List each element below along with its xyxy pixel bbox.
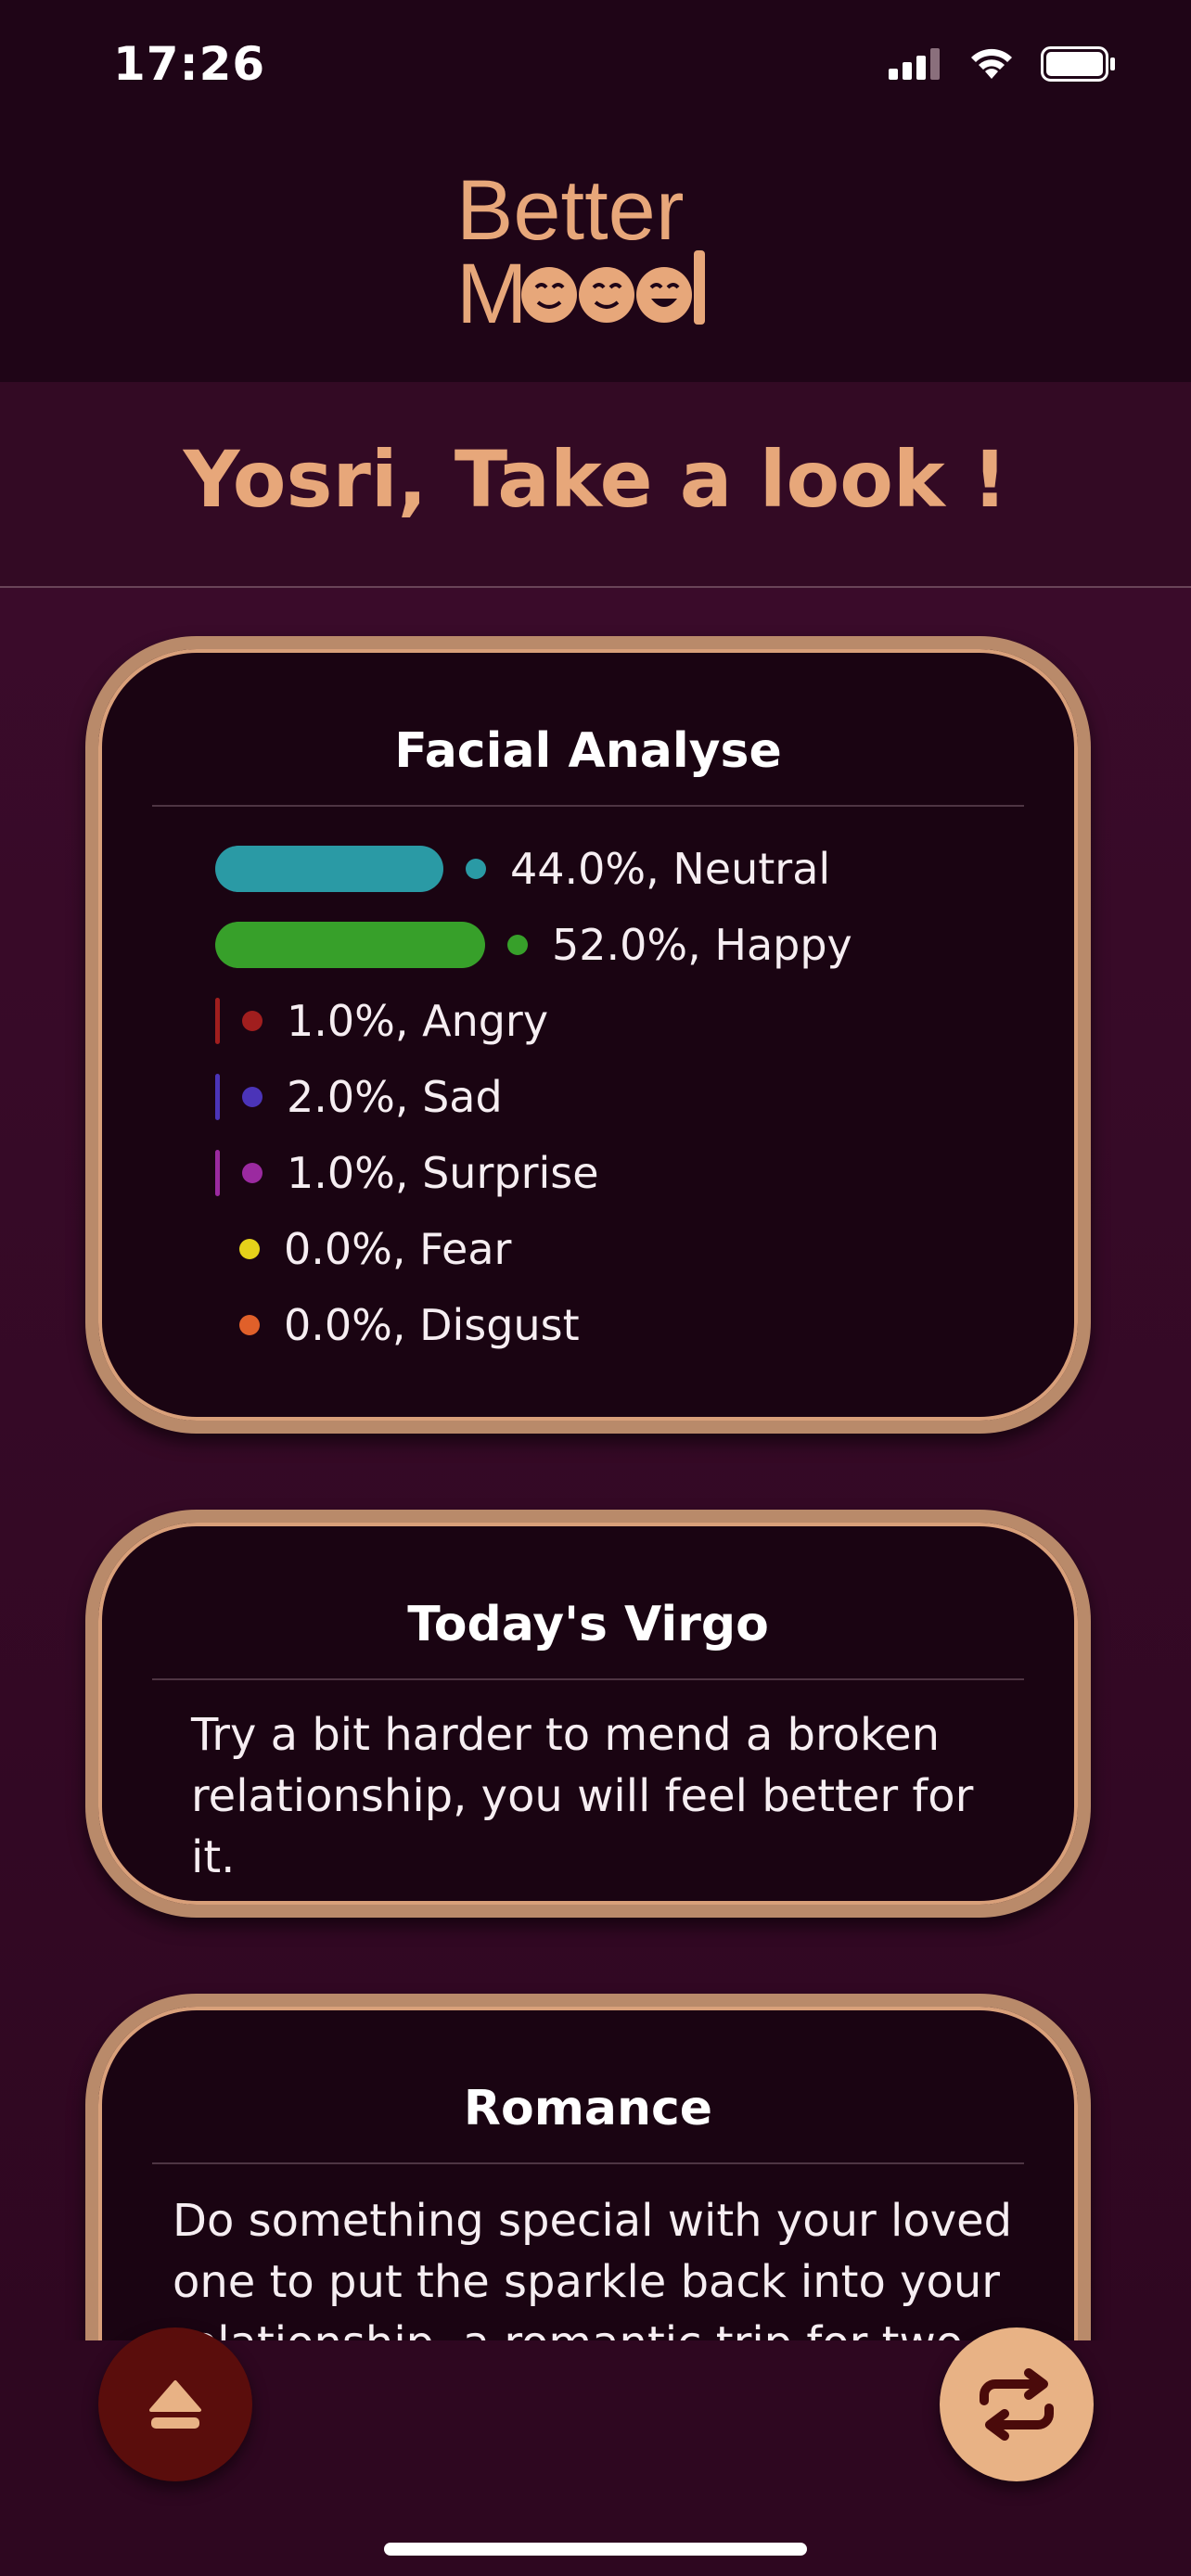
app-header: 17:26 Better M (0, 0, 1191, 382)
wifi-icon (971, 48, 1012, 79)
emotion-list: 44.0%, Neutral 52.0%, Happy 1.0%, Angry … (215, 831, 1078, 1363)
repeat-button[interactable] (940, 2327, 1094, 2481)
emotion-bar (215, 922, 485, 968)
emotion-row-angry: 1.0%, Angry (215, 983, 1078, 1059)
emotion-label: 2.0%, Sad (287, 1072, 503, 1122)
emotion-dot (242, 1163, 263, 1183)
emotion-row-fear: 0.0%, Fear (215, 1211, 1078, 1287)
emotion-bar (215, 998, 220, 1044)
facial-analyse-title: Facial Analyse (394, 723, 782, 779)
horoscope-card: Today's Virgo Try a bit harder to mend a… (85, 1510, 1091, 1918)
emotion-dot (239, 1315, 260, 1335)
emotion-dot (507, 935, 528, 955)
emotion-row-surprise: 1.0%, Surprise (215, 1135, 1078, 1211)
facial-analyse-card: Facial Analyse 44.0%, Neutral 52.0%, Hap… (85, 636, 1091, 1434)
emotion-row-sad: 2.0%, Sad (215, 1059, 1078, 1135)
greeting-title: Yosri, Take a look ! (183, 434, 1008, 525)
emotion-label: 52.0%, Happy (552, 920, 852, 970)
emotion-row-neutral: 44.0%, Neutral (215, 831, 1078, 907)
romance-text: Do something special with your loved one… (173, 2195, 1013, 2340)
emotion-row-disgust: 0.0%, Disgust (215, 1287, 1078, 1363)
emotion-bar (215, 1150, 220, 1196)
card-divider (152, 1678, 1024, 1680)
eject-button[interactable] (98, 2327, 252, 2481)
romance-card: Romance Do something special with your l… (85, 1994, 1091, 2340)
emotion-dot (239, 1239, 260, 1259)
logo-face-icons (521, 267, 692, 323)
logo-better-text: Better (456, 163, 684, 258)
emotion-label: 1.0%, Surprise (287, 1148, 599, 1198)
romance-title: Romance (463, 2081, 713, 2136)
eject-icon (149, 2380, 201, 2429)
emotion-dot (242, 1011, 263, 1031)
card-divider (152, 2162, 1024, 2164)
card-divider (152, 805, 1024, 807)
horoscope-title: Today's Virgo (407, 1597, 769, 1652)
scroll-content[interactable]: Facial Analyse 44.0%, Neutral 52.0%, Hap… (0, 588, 1191, 2340)
emotion-label: 44.0%, Neutral (510, 844, 831, 894)
logo-mood-m: M (456, 247, 528, 334)
emotion-row-happy: 52.0%, Happy (215, 907, 1078, 983)
emotion-bar (215, 1074, 220, 1120)
emotion-bar (215, 846, 443, 892)
emotion-label: 1.0%, Angry (287, 996, 549, 1046)
emotion-dot (466, 859, 486, 879)
emotion-label: 0.0%, Fear (284, 1224, 512, 1274)
battery-icon (1041, 46, 1115, 82)
repeat-icon (980, 2368, 1054, 2441)
emotion-dot (242, 1087, 263, 1107)
home-indicator[interactable] (384, 2543, 807, 2556)
horoscope-text: Try a bit harder to mend a broken relati… (191, 1709, 974, 1883)
better-mood-logo: Better M d (456, 163, 705, 334)
status-icons (889, 46, 1117, 82)
status-time: 17:26 (113, 37, 266, 91)
emotion-label: 0.0%, Disgust (284, 1300, 580, 1350)
cellular-signal-icon (889, 48, 940, 80)
